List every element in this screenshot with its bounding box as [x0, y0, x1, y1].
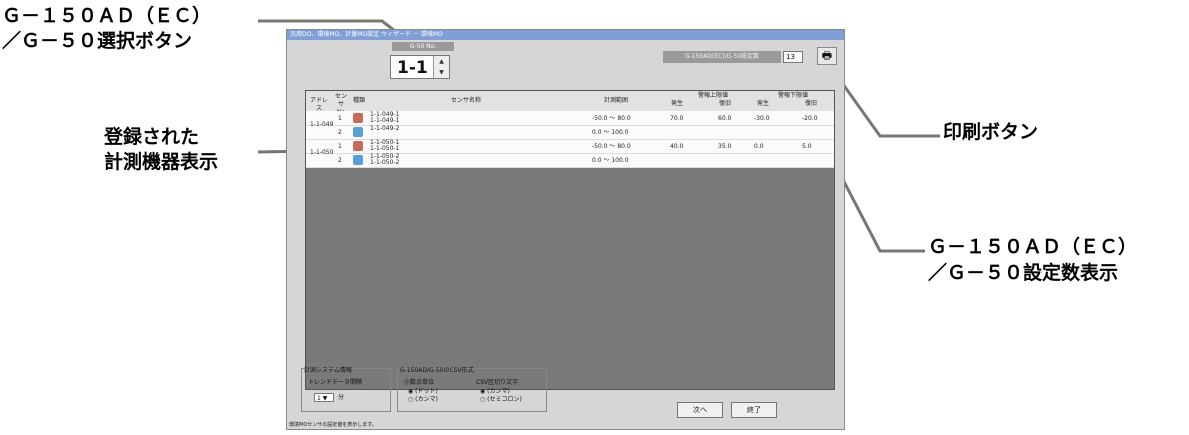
cell-sensor-no: 2: [338, 157, 342, 164]
count-label: G-150AD(EC)/G-50設定数: [663, 51, 781, 63]
cell-sensor-name-sub: 1-1-049-1: [370, 117, 400, 124]
col-upper: 警報上限値: [697, 92, 728, 99]
col-lower: 警報下限値: [777, 92, 808, 99]
table-row[interactable]: 1-1-049 1 1-1-049-1 1-1-049-1 -50.0 ～ 80.0 70…: [306, 111, 834, 128]
next-button[interactable]: 次へ: [677, 402, 723, 418]
cell-upper-occur: 70.0: [670, 115, 684, 122]
cell-range: 0.0 ～ 100.0: [592, 157, 629, 164]
count-value: 13: [783, 51, 803, 63]
g50-label: G-50 No.: [392, 42, 454, 51]
thermometer-icon: [353, 113, 363, 123]
sensor-table: アドレス センサ No 種類 センサ名称 計測範囲 警報上限値 発生 復旧 警報…: [305, 90, 835, 390]
measure-system-title: 計測システム情報: [304, 367, 352, 374]
decimal-comma-radio[interactable]: ○ (カンマ): [408, 396, 438, 404]
cell-lower-occur: -30.0: [754, 115, 770, 122]
wizard-window: 汎用DO、環境MO、計量MO設定 ウィザード － 環境MO G-50 No. 1…: [286, 29, 845, 430]
table-body: 1-1-049 1 1-1-049-1 1-1-049-1 -50.0 ～ 80.0 70…: [306, 111, 834, 168]
cell-upper-recover: 60.0: [718, 115, 732, 122]
table-header: アドレス センサ No 種類 センサ名称 計測範囲 警報上限値 発生 復旧 警報…: [306, 91, 834, 116]
separator-title: CSV区切り文字: [476, 379, 519, 386]
spinner-buttons[interactable]: ▲ ▼: [433, 56, 449, 78]
humidity-icon: [353, 155, 363, 165]
trend-interval-label: トレンドデータ間隔: [308, 379, 363, 386]
cell-lower-recover: -20.0: [802, 115, 818, 122]
col-kind: 種類: [352, 97, 365, 104]
cell-lower-recover: 5.0: [802, 143, 812, 150]
spinner-down-icon[interactable]: ▼: [434, 67, 449, 78]
cell-sensor-name-sub: 1-1-050-1: [370, 145, 400, 152]
separator-semicolon-radio[interactable]: ○ (セミコロン): [480, 396, 522, 404]
cell-sensor-no: 2: [338, 129, 342, 136]
csv-format-group: G-150AD/G-50のCSV形式 小数点単位 ◉ (ドット) ○ (カンマ)…: [397, 367, 547, 412]
cell-range: -50.0 ～ 80.0: [592, 115, 631, 122]
cell-upper-recover: 35.0: [718, 143, 732, 150]
decimal-title: 小数点単位: [404, 379, 435, 386]
end-button[interactable]: 終了: [731, 402, 777, 418]
col-upper-occur: 発生: [670, 100, 683, 107]
col-lower-occur: 発生: [756, 100, 769, 107]
cell-range: 0.0 ～ 100.0: [592, 129, 629, 136]
cell-sensor-no: 1: [338, 143, 342, 150]
col-lower-recover: 復旧: [804, 100, 817, 107]
trend-interval-select[interactable]: 1 ▼: [314, 393, 334, 402]
csv-format-title: G-150AD/G-50のCSV形式: [400, 367, 474, 374]
decimal-dot-radio[interactable]: ◉ (ドット): [408, 388, 438, 396]
window-title: 汎用DO、環境MO、計量MO設定 ウィザード － 環境MO: [287, 30, 844, 40]
printer-icon: 🖶: [821, 49, 833, 62]
table-row[interactable]: 2 1-1-050-2 1-1-050-2 0.0 ～ 100.0: [306, 153, 834, 168]
humidity-icon: [353, 127, 363, 137]
table-row[interactable]: 2 1-1-049-2 0.0 ～ 100.0: [306, 125, 834, 140]
cell-lower-occur: 0.0: [754, 143, 764, 150]
trend-interval-unit: 分: [338, 394, 345, 401]
thermometer-icon: [353, 141, 363, 151]
cell-upper-occur: 40.0: [670, 143, 684, 150]
cell-sensor-no: 1: [338, 115, 342, 122]
g50-select-spinner[interactable]: 1-1 ▲ ▼: [390, 55, 450, 79]
dropdown-arrow-icon: ▼: [322, 395, 328, 402]
cell-range: -50.0 ～ 80.0: [592, 143, 631, 150]
separator-comma-radio[interactable]: ◉ (カンマ): [480, 388, 510, 396]
status-bar: 環境MOセンサの設定値を表示します。: [287, 421, 844, 429]
col-range: 計測範囲: [603, 97, 628, 104]
measure-system-group: 計測システム情報 トレンドデータ間隔 1 ▼ 分: [301, 367, 391, 412]
col-upper-recover: 復旧: [718, 100, 731, 107]
print-button[interactable]: 🖶: [817, 47, 837, 65]
col-sensor-name: センサ名称: [450, 97, 481, 104]
table-row[interactable]: 1-1-050 1 1-1-050-1 1-1-050-1 -50.0 ～ 80.0 40…: [306, 139, 834, 156]
g50-value: 1-1: [397, 58, 428, 78]
spinner-up-icon[interactable]: ▲: [434, 56, 449, 67]
cell-sensor-name: 1-1-049-2: [370, 125, 400, 132]
cell-sensor-name-sub: 1-1-050-2: [370, 159, 400, 166]
